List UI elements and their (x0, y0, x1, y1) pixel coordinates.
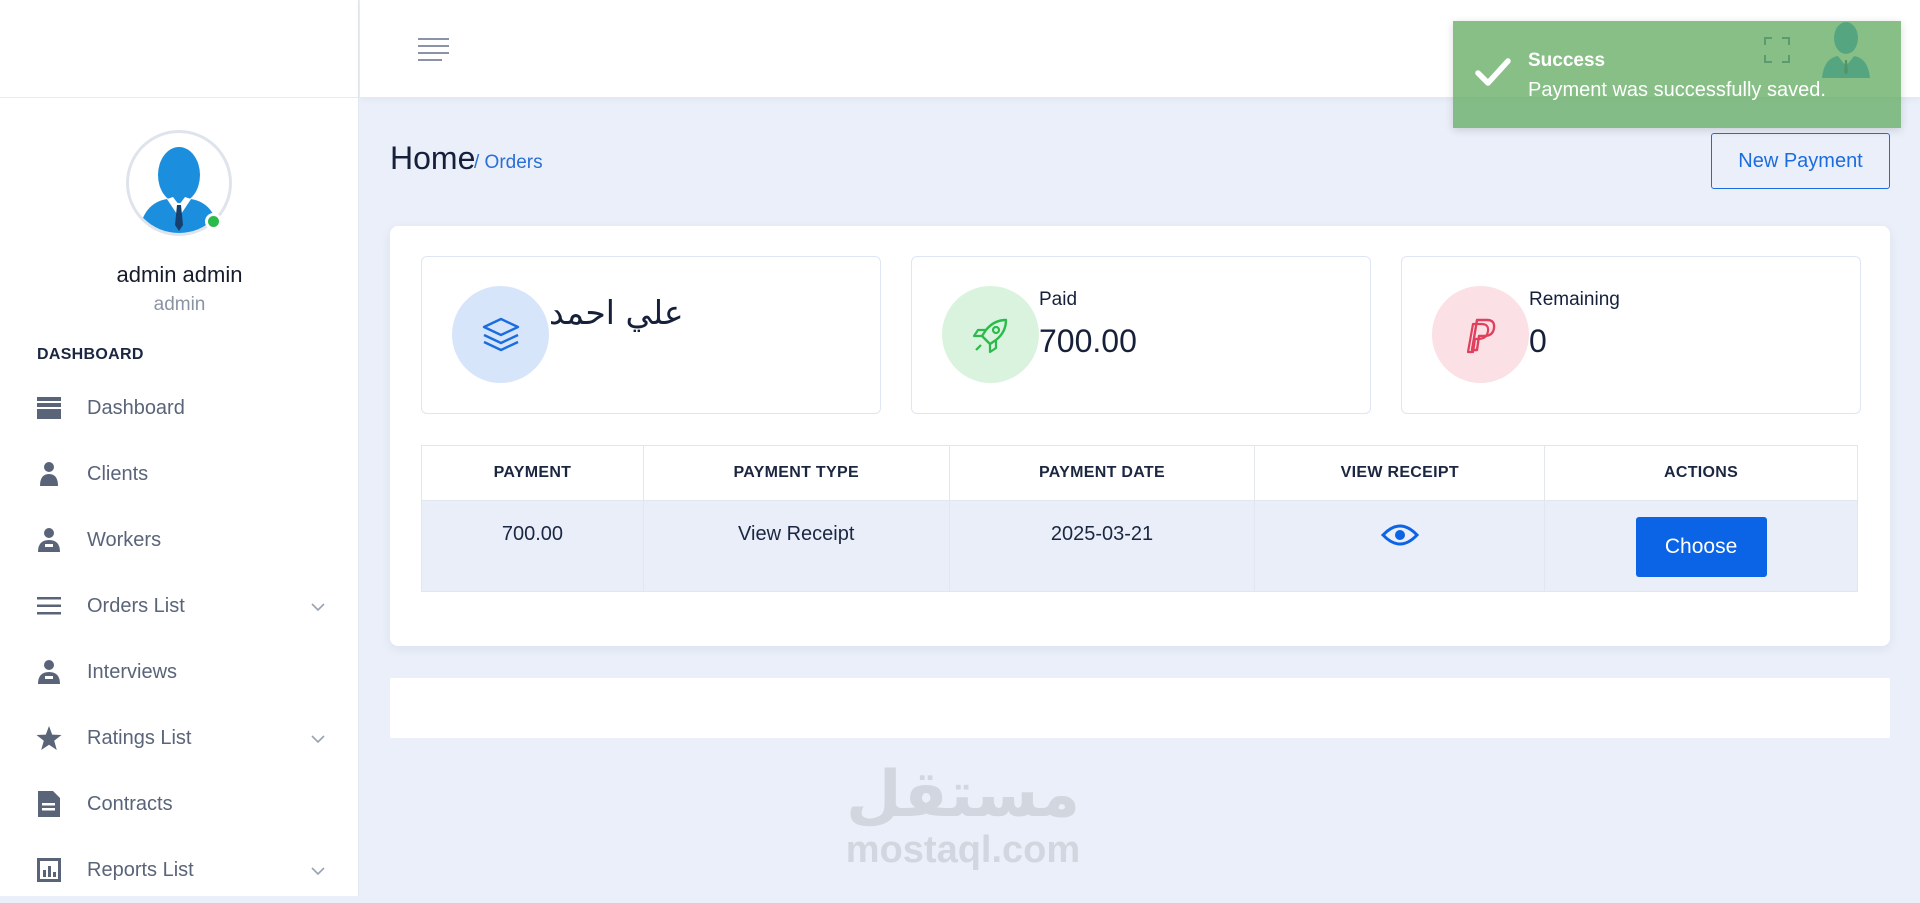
chart-icon (36, 857, 62, 883)
sidebar-item-interviews[interactable]: Interviews (0, 639, 359, 705)
client-name: علي احمد (549, 293, 684, 332)
toast-message: Payment was successfully saved. (1528, 79, 1826, 101)
secondary-card (390, 678, 1890, 738)
sidebar-item-label: Workers (87, 528, 162, 551)
sidebar-item-label: Contracts (87, 792, 173, 815)
worker-icon (36, 527, 62, 553)
sidebar-item-label: Interviews (87, 660, 178, 683)
chevron-down-icon (311, 598, 325, 614)
payment-type-cell: View Receipt (642, 500, 950, 592)
paid-value: 700.00 (1039, 323, 1137, 359)
toast-title: Success (1528, 50, 1606, 71)
client-stat-card: علي احمد (421, 256, 881, 414)
chevron-down-icon (311, 730, 325, 746)
payment-date-cell: 2025-03-21 (948, 500, 1256, 592)
chevron-down-icon (311, 862, 325, 878)
remaining-stat-card: Remaining 0 (1401, 256, 1861, 414)
table-header-row: PAYMENT PAYMENT TYPE PAYMENT DATE VIEW R… (421, 445, 1858, 501)
sidebar-item-label: Dashboard (87, 396, 185, 419)
layers-icon (452, 286, 549, 383)
paypal-icon (1432, 286, 1529, 383)
sidebar-item-workers[interactable]: Workers (0, 507, 359, 573)
actions-cell: Choose (1544, 500, 1858, 592)
list-icon (36, 593, 62, 619)
check-icon (1475, 57, 1511, 92)
column-header-payment: PAYMENT (421, 445, 644, 501)
sidebar-item-label: Clients (87, 462, 149, 485)
watermark-arabic: مستقل (845, 758, 1081, 832)
sidebar-section-title: DASHBOARD (37, 346, 144, 363)
column-header-actions: ACTIONS (1544, 445, 1858, 501)
paid-stat-card: Paid 700.00 (911, 256, 1371, 414)
user-name: admin admin (116, 262, 243, 287)
new-payment-button[interactable]: New Payment (1711, 133, 1890, 189)
view-receipt-cell (1254, 500, 1546, 592)
column-header-payment-date: PAYMENT DATE (948, 445, 1256, 501)
profile-avatar[interactable] (126, 130, 232, 236)
order-payments-card: علي احمد Paid 700.00 Remaining 0 PAYMENT… (390, 226, 1890, 646)
sidebar-item-clients[interactable]: Clients (0, 441, 359, 507)
breadcrumb[interactable]: / Orders (474, 152, 543, 174)
user-icon (36, 461, 62, 487)
sidebar-brand (0, 0, 358, 98)
sidebar-item-orders-list[interactable]: Orders List (0, 573, 359, 639)
column-header-view-receipt: VIEW RECEIPT (1254, 445, 1546, 501)
column-header-payment-type: PAYMENT TYPE (642, 445, 950, 501)
success-toast[interactable]: Success Payment was successfully saved. (1453, 21, 1901, 128)
sidebar-item-ratings-list[interactable]: Ratings List (0, 705, 359, 771)
document-icon (36, 791, 62, 817)
worker-icon (36, 659, 62, 685)
watermark-logo: مستقل mostaql.com (843, 760, 1083, 870)
sidebar-item-label: Orders List (87, 594, 185, 617)
sidebar-item-contracts[interactable]: Contracts (0, 771, 359, 837)
remaining-label: Remaining (1529, 289, 1620, 310)
menu-toggle-icon[interactable] (418, 38, 449, 66)
dashboard-icon (36, 395, 62, 421)
payment-cell: 700.00 (421, 500, 644, 592)
choose-button[interactable]: Choose (1635, 517, 1767, 577)
rocket-icon (942, 286, 1039, 383)
sidebar-item-dashboard[interactable]: Dashboard (0, 375, 359, 441)
sidebar-item-reports-list[interactable]: Reports List (0, 837, 359, 903)
sidebar-item-label: Reports List (87, 858, 194, 881)
table-row: 700.00 View Receipt 2025-03-21 Choose (421, 500, 1858, 592)
eye-icon[interactable] (1380, 523, 1419, 553)
remaining-value: 0 (1529, 323, 1547, 359)
sidebar-menu: Dashboard Clients Workers Orders List In… (0, 375, 359, 903)
star-icon (36, 725, 62, 751)
sidebar: admin admin admin DASHBOARD Dashboard Cl… (0, 0, 359, 896)
online-status-dot (205, 213, 222, 230)
payments-table: PAYMENT PAYMENT TYPE PAYMENT DATE VIEW R… (421, 445, 1858, 592)
sidebar-item-label: Ratings List (87, 726, 192, 749)
paid-label: Paid (1039, 289, 1078, 310)
page-title: Home (390, 140, 476, 176)
watermark-domain: mostaql.com (845, 829, 1081, 871)
user-role: admin (153, 294, 206, 315)
